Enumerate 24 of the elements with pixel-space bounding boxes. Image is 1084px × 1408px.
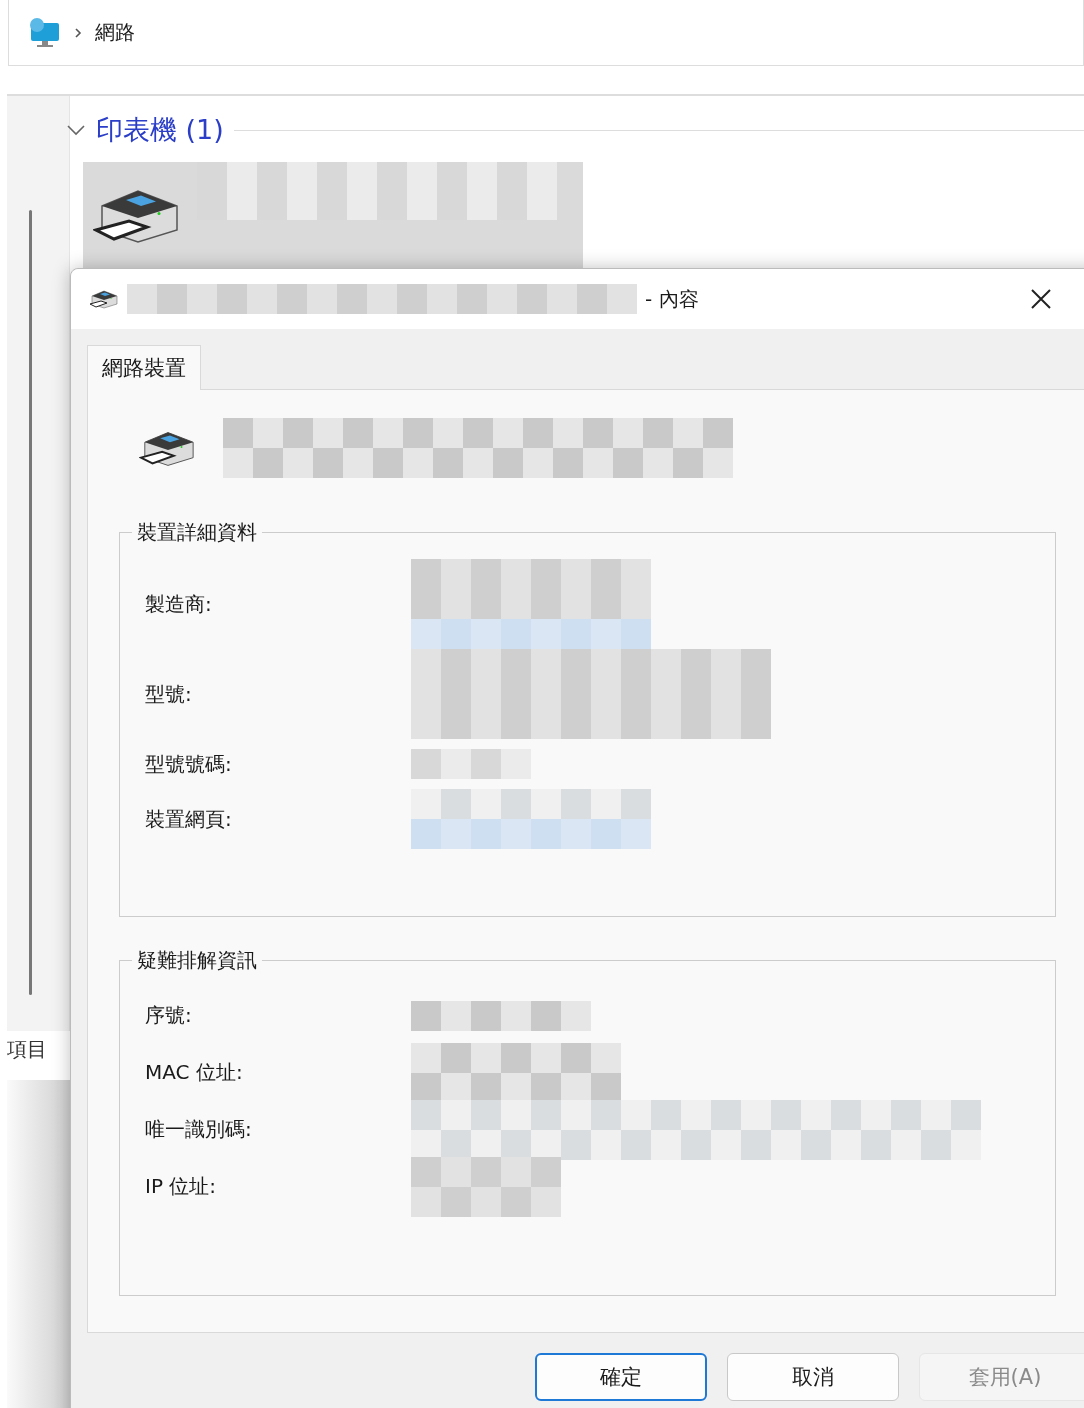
field-label: 型號: — [145, 680, 193, 708]
tab[interactable]: 網路裝置 — [87, 345, 201, 390]
printer-tile[interactable] — [83, 162, 583, 268]
field-label: 製造商: — [145, 590, 213, 618]
scrollbar[interactable] — [29, 210, 32, 995]
field-label: 裝置網頁: — [145, 805, 233, 833]
field-label: 序號: — [145, 1002, 193, 1029]
group-header[interactable]: 印表機 (1) — [96, 112, 224, 148]
network-computer-icon — [27, 16, 61, 49]
field-label: 唯一識別碼: — [145, 1116, 253, 1143]
dialog-button[interactable]: 取消 — [727, 1353, 899, 1401]
printer-icon — [89, 289, 119, 309]
close-icon — [1030, 288, 1052, 310]
status-text: 項目 — [7, 1036, 48, 1063]
chevron-icon[interactable] — [66, 123, 86, 137]
field-label: 型號號碼: — [145, 750, 233, 778]
breadcrumb-item[interactable]: 網路 — [95, 19, 135, 46]
group-box-title: 疑難排解資訊 — [132, 947, 262, 974]
field-label: IP 位址: — [145, 1173, 218, 1200]
chevron-right-icon — [73, 26, 83, 39]
window-title: - 內容 — [645, 285, 699, 313]
group-box-title: 裝置詳細資料 — [132, 519, 262, 546]
field-label: MAC 位址: — [145, 1059, 244, 1086]
dialog-button[interactable]: 確定 — [535, 1353, 707, 1401]
